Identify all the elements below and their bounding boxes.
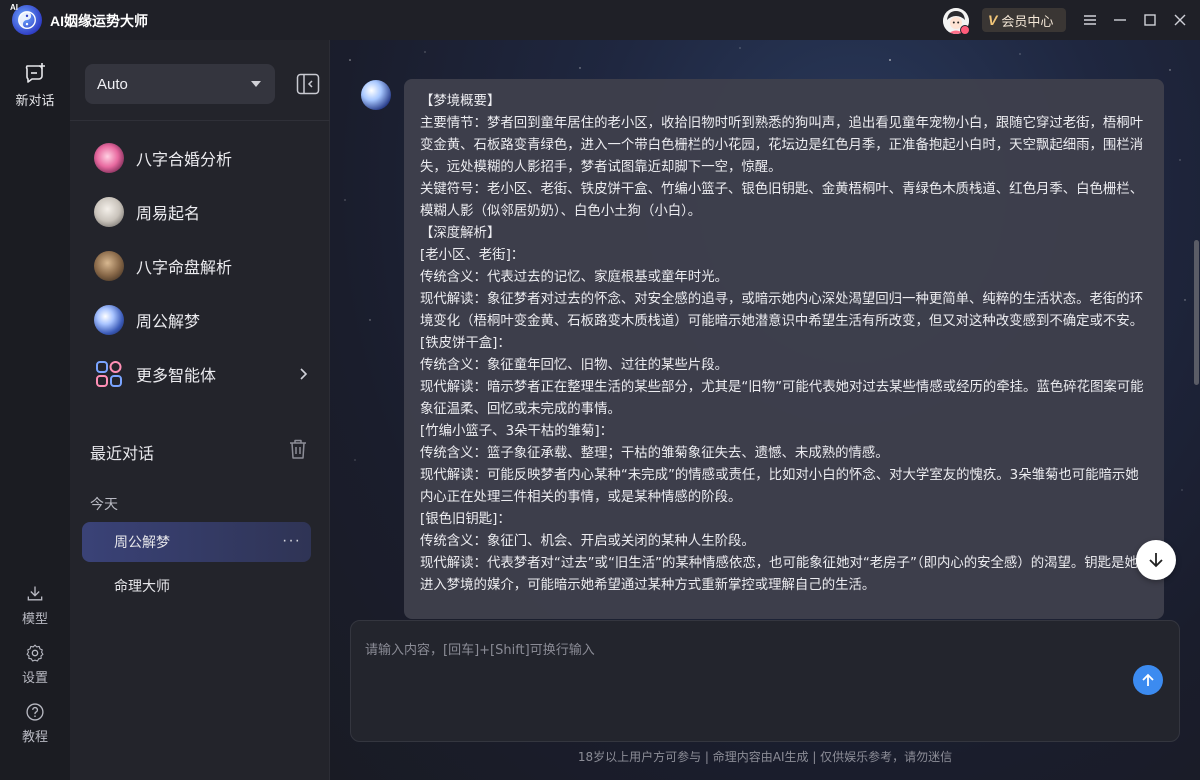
more-options-icon[interactable]: ··· — [282, 532, 301, 550]
close-button[interactable] — [1170, 10, 1190, 30]
chevron-down-icon — [251, 81, 261, 87]
download-icon — [27, 586, 43, 601]
assistant-avatar — [361, 80, 391, 110]
message-line: 【深度解析】 — [420, 226, 501, 241]
maximize-button[interactable] — [1140, 10, 1160, 30]
message-line: 现代解读：象征梦者对过去的怀念、对安全感的追寻，或暗示她内心深处渴望回归一种更简… — [420, 292, 1144, 329]
clear-history-button[interactable] — [288, 438, 308, 460]
scroll-to-bottom-button[interactable] — [1136, 540, 1176, 580]
close-icon — [1174, 14, 1186, 26]
sidebar-divider — [70, 120, 330, 121]
tutorial-label: 教程 — [21, 730, 48, 745]
moon-orb-icon — [94, 305, 124, 335]
message-composer — [350, 620, 1180, 742]
assistant-message: 【梦境概要】 主要情节：梦者回到童年居住的老小区，收拾旧物时听到熟悉的狗叫声，追… — [404, 79, 1164, 619]
message-line: 现代解读：可能反映梦者内心某种“未完成”的情感或责任，比如对小白的怀念、对大学室… — [420, 468, 1139, 505]
agent-label: 八字命盘解析 — [136, 258, 233, 277]
message-line: 传统含义：篮子象征承载、整理；干枯的雏菊象征失去、遗憾、未成熟的情感。 — [420, 446, 889, 461]
send-button[interactable] — [1133, 665, 1163, 695]
minimize-button[interactable] — [1110, 10, 1130, 30]
message-line: 现代解读：代表梦者对“过去”或“旧生活”的某种情感依恋，也可能象征她对“老房子”… — [420, 556, 1138, 593]
agent-label: 周易起名 — [136, 204, 201, 223]
sidebar: Auto 八字合婚分析 周易起名 八字命盘解析 周公解梦 更多智能体 最近对话 … — [70, 40, 330, 780]
agent-more[interactable]: 更多智能体 — [94, 354, 316, 394]
model-select-value: Auto — [97, 75, 128, 93]
agent-bazi-chart[interactable]: 八字命盘解析 — [94, 246, 316, 286]
app-logo: AI — [10, 3, 42, 35]
compass-orb-icon — [94, 251, 124, 281]
icon-rail: 新对话 模型 设置 教程 — [0, 40, 70, 780]
yin-yang-icon — [18, 11, 36, 29]
heart-orb-icon — [94, 143, 124, 173]
model-select[interactable]: Auto — [85, 64, 275, 104]
message-line: [银色旧钥匙]： — [420, 512, 511, 527]
conversation-item-active[interactable]: 周公解梦 ··· — [82, 522, 311, 562]
new-chat-label: 新对话 — [15, 94, 55, 109]
hamburger-icon — [1084, 15, 1096, 25]
message-line: 关键符号：老小区、老街、铁皮饼干盒、竹编小篮子、银色旧钥匙、金黄梧桐叶、青绿色木… — [420, 182, 1144, 219]
conversation-label: 周公解梦 — [114, 535, 170, 551]
message-input[interactable] — [351, 621, 1179, 741]
conversation-item[interactable]: 命理大师 — [82, 566, 311, 606]
member-center-label: 会员中心 — [1001, 14, 1054, 30]
message-line: 传统含义：象征童年回忆、旧物、过往的某些片段。 — [420, 358, 728, 373]
app-title: AI姻缘运势大师 — [50, 13, 148, 29]
settings-label: 设置 — [21, 671, 48, 686]
gear-icon — [26, 644, 44, 662]
message-line: 传统含义：象征门、机会、开启或关闭的某种人生阶段。 — [420, 534, 755, 549]
collapse-sidebar-button[interactable] — [296, 73, 320, 95]
settings-button[interactable]: 设置 — [0, 643, 70, 686]
agent-label: 周公解梦 — [136, 312, 201, 331]
group-today-label: 今天 — [90, 497, 118, 513]
footer-disclaimer: 18岁以上用户方可参与 | 命理内容由AI生成 | 仅供娱乐参考，请勿迷信 — [577, 750, 953, 764]
message-line: [老小区、老街]： — [420, 248, 525, 263]
grid-apps-icon — [96, 361, 122, 387]
avatar-badge — [960, 25, 970, 35]
agent-label: 八字合婚分析 — [136, 150, 233, 169]
tutorial-button[interactable]: 教程 — [0, 702, 70, 745]
message-line: 传统含义：代表过去的记忆、家庭根基或童年时光。 — [420, 270, 728, 285]
conversation-label: 命理大师 — [114, 579, 170, 595]
message-line: 【梦境概要】 — [420, 94, 501, 109]
chat-plus-icon — [25, 63, 45, 83]
arrow-up-icon — [1142, 673, 1154, 686]
arrow-down-icon — [1149, 553, 1163, 568]
agent-dream-interpretation[interactable]: 周公解梦 — [94, 300, 316, 340]
model-label: 模型 — [21, 612, 48, 627]
member-center-button[interactable]: V 会员中心 — [982, 8, 1066, 32]
help-circle-icon — [26, 703, 44, 721]
message-line: 主要情节：梦者回到童年居住的老小区，收拾旧物时听到熟悉的狗叫声，追出看见童年宠物… — [420, 116, 1144, 175]
menu-button[interactable] — [1080, 10, 1100, 30]
message-line: [竹编小篮子、3朵干枯的雏菊]： — [420, 424, 614, 439]
vip-mark-icon: V — [988, 12, 998, 28]
new-chat-button[interactable]: 新对话 — [0, 62, 70, 109]
message-line: [铁皮饼干盒]： — [420, 336, 511, 351]
message-line: 现代解读：暗示梦者正在整理生活的某些部分，尤其是“旧物”可能代表她对过去某些情感… — [420, 380, 1144, 417]
title-bar: AI AI姻缘运势大师 V 会员中心 — [0, 0, 1200, 40]
model-button[interactable]: 模型 — [0, 584, 70, 627]
chat-main: 【梦境概要】 主要情节：梦者回到童年居住的老小区，收拾旧物时听到熟悉的狗叫声，追… — [330, 40, 1200, 780]
agent-label: 更多智能体 — [136, 366, 217, 385]
agent-zhouyi-naming[interactable]: 周易起名 — [94, 192, 316, 232]
minimize-icon — [1114, 19, 1126, 21]
trash-icon — [290, 439, 306, 459]
maximize-icon — [1144, 14, 1156, 26]
recent-conversations-title: 最近对话 — [90, 444, 155, 463]
chevron-right-icon — [300, 368, 308, 380]
scrollbar-thumb[interactable] — [1194, 240, 1199, 385]
agent-bazi-marriage[interactable]: 八字合婚分析 — [94, 138, 316, 178]
bagua-orb-icon — [94, 197, 124, 227]
app-logo-badge: AI — [10, 3, 18, 12]
sidebar-collapse-icon — [296, 73, 320, 95]
